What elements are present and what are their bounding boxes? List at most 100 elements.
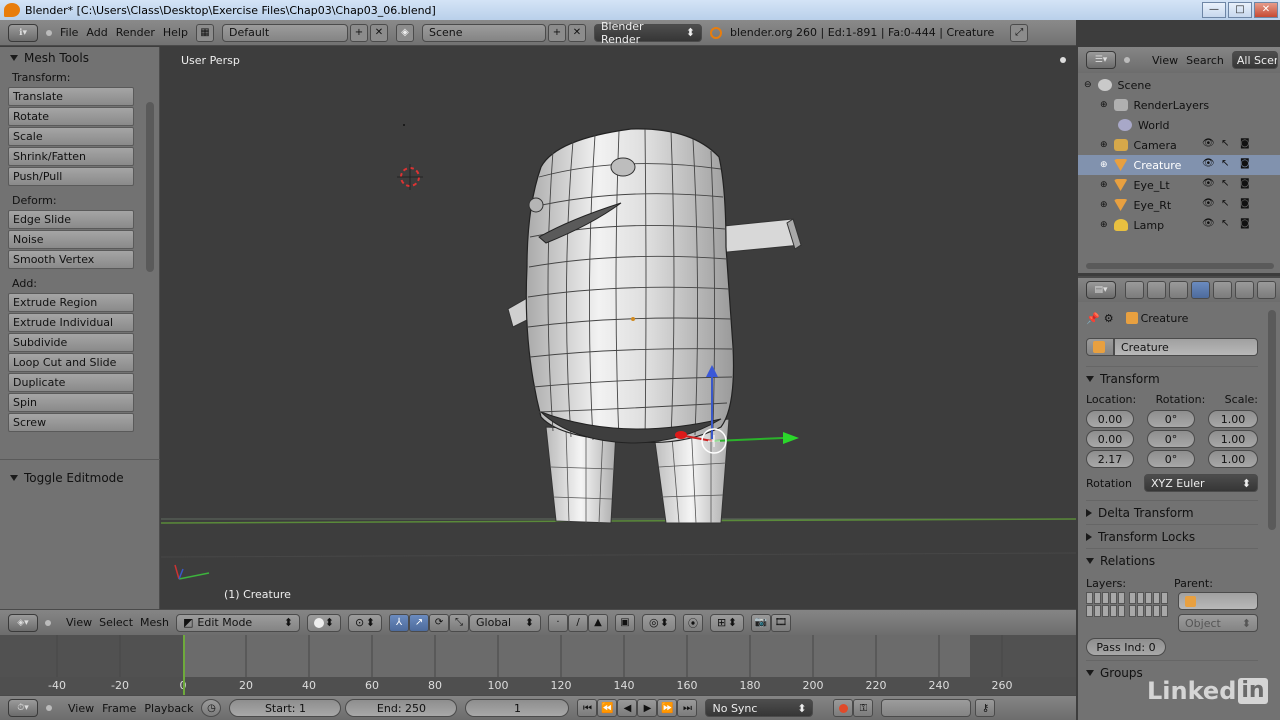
renderable-camera-icon[interactable]: ◙ [1240,198,1251,210]
jump-end-icon[interactable]: ⏭ [677,699,698,717]
delta-transform-panel-header[interactable]: Delta Transform [1086,500,1258,524]
object-name-field[interactable]: Creature [1114,338,1258,356]
selectable-cursor-icon[interactable]: ↖ [1221,198,1232,210]
remove-layout-icon[interactable]: ✕ [369,23,388,42]
location-y-field[interactable]: 0.00 [1086,430,1134,448]
selectable-cursor-icon[interactable]: ↖ [1221,178,1232,190]
close-button[interactable]: ✕ [1254,2,1278,18]
menu-help[interactable]: Help [163,26,188,39]
parent-type-select[interactable]: Object ⬍ [1178,614,1258,632]
toggle-editmode-panel-header[interactable]: Toggle Editmode [0,467,124,489]
menu-add[interactable]: Add [86,26,107,39]
scene-field[interactable]: Scene [421,23,546,42]
screen-layout-icon[interactable]: ▦ [195,23,214,42]
creature-eye-right[interactable] [610,157,636,177]
properties-scrollbar[interactable] [1268,310,1276,530]
visibility-eye-icon[interactable]: 👁 [1202,178,1215,190]
renderable-camera-icon[interactable]: ◙ [1240,138,1251,150]
world-tab-icon[interactable] [1169,281,1188,299]
edge-slide-button[interactable]: Edge Slide [8,210,134,229]
mesh-tools-panel-header[interactable]: Mesh Tools [0,47,159,69]
render-tab-icon[interactable] [1125,281,1144,299]
outliner-item-camera[interactable]: ⊕ Camera 👁 ↖ ◙ [1078,135,1280,155]
maximize-button[interactable]: □ [1228,2,1252,18]
render-engine-select[interactable]: Blender Render ⬍ [593,20,702,46]
active-keying-set-field[interactable] [881,699,972,717]
add-scene-icon[interactable]: + [547,23,566,42]
screen-layout-field[interactable]: Default [221,23,348,42]
screw-button[interactable]: Screw [8,413,134,432]
jump-next-keyframe-icon[interactable]: ⏩ [657,699,678,717]
timeline-editor-type-icon[interactable]: ⏱▾ [8,699,38,717]
layer-buttons-group-2[interactable] [1129,592,1168,617]
menu-mesh[interactable]: Mesh [140,616,169,629]
insert-keyframe-icon[interactable]: ⚷ [975,699,996,717]
visibility-eye-icon[interactable]: 👁 [1202,218,1215,230]
menu-view[interactable]: View [68,702,94,715]
opengl-anim-icon[interactable]: 🎞 [771,613,792,632]
current-frame-field[interactable]: 1 [465,699,570,717]
material-tab-icon[interactable] [1257,281,1276,299]
rotation-x-field[interactable]: 0° [1147,410,1195,428]
rotation-y-field[interactable]: 0° [1147,430,1195,448]
selectable-cursor-icon[interactable]: ↖ [1221,158,1232,170]
extrude-region-button[interactable]: Extrude Region [8,293,134,312]
extrude-individual-button[interactable]: Extrude Individual [8,313,134,332]
pass-index-field[interactable]: Pass Ind: 0 [1086,638,1166,656]
fullscreen-icon[interactable]: ⤢ [1010,23,1029,42]
scale-y-field[interactable]: 1.00 [1208,430,1258,448]
selectable-cursor-icon[interactable]: ↖ [1221,138,1232,150]
opengl-render-icon[interactable]: 📷 [751,613,772,632]
menu-select[interactable]: Select [99,616,133,629]
timeline-ruler[interactable]: -40 -20 0 20 40 60 80 100 120 140 160 18… [0,677,1076,695]
duplicate-button[interactable]: Duplicate [8,373,134,392]
keying-set-icon[interactable]: ⚿ [853,699,874,717]
creature-eye-left[interactable] [528,197,544,213]
creature-arm-right[interactable] [713,218,802,254]
rotation-z-field[interactable]: 0° [1147,450,1195,468]
pivot-point-select[interactable]: ⊙ ⬍ [348,613,383,632]
jump-start-icon[interactable]: ⏮ [577,699,598,717]
outliner-item-world[interactable]: World [1078,115,1280,135]
info-editor-type-icon[interactable]: ℹ▾ [8,23,38,42]
renderable-camera-icon[interactable]: ◙ [1240,178,1251,190]
visibility-eye-icon[interactable]: 👁 [1202,138,1215,150]
outliner-item-scene[interactable]: ⊖ Scene [1078,75,1280,95]
rotation-mode-select[interactable]: XYZ Euler ⬍ [1144,474,1258,492]
parent-field[interactable] [1178,592,1258,610]
outliner-editor-type-icon[interactable]: ☰▾ [1086,51,1116,69]
menu-playback[interactable]: Playback [144,702,193,715]
vertex-select-mode-icon[interactable]: · [548,613,569,632]
proportional-edit-select[interactable]: ◎ ⬍ [642,613,677,632]
edge-select-mode-icon[interactable]: / [568,613,589,632]
outliner-item-eye-lt[interactable]: ⊕ Eye_Lt 👁 ↖ ◙ [1078,175,1280,195]
outliner-item-eye-rt[interactable]: ⊕ Eye_Rt 👁 ↖ ◙ [1078,195,1280,215]
scale-z-field[interactable]: 1.00 [1208,450,1258,468]
loop-cut-and-slide-button[interactable]: Loop Cut and Slide [8,353,134,372]
timeline-editor[interactable]: -40 -20 0 20 40 60 80 100 120 140 160 18… [0,635,1076,695]
renderable-camera-icon[interactable]: ◙ [1240,218,1251,230]
menu-render[interactable]: Render [116,26,155,39]
data-tab-icon[interactable] [1235,281,1254,299]
outliner-menu-search[interactable]: Search [1186,54,1224,67]
menu-frame[interactable]: Frame [102,702,136,715]
3d-viewport[interactable]: User Persp (1) Creature [161,47,1076,609]
outliner-display-mode-select[interactable]: All Scen [1231,51,1278,69]
outliner-item-creature[interactable]: ⊕ Creature 👁 ↖ ◙ [1078,155,1280,175]
properties-editor-type-icon[interactable]: ▤▾ [1086,281,1116,299]
manipulator-toggle-icon[interactable]: ⅄ [389,613,410,632]
3d-view-editor-type-icon[interactable]: ◈▾ [8,613,38,632]
auto-keying-record-icon[interactable] [833,699,854,717]
renderable-camera-icon[interactable]: ◙ [1240,158,1251,170]
outliner-item-lamp[interactable]: ⊕ Lamp 👁 ↖ ◙ [1078,215,1280,235]
sync-mode-select[interactable]: No Sync ⬍ [705,699,814,717]
smooth-vertex-button[interactable]: Smooth Vertex [8,250,134,269]
transform-orientation-select[interactable]: Global ⬍ [469,613,542,632]
push-pull-button[interactable]: Push/Pull [8,167,134,186]
outliner-menu-view[interactable]: View [1152,54,1178,67]
location-x-field[interactable]: 0.00 [1086,410,1134,428]
outliner-horizontal-scrollbar[interactable] [1086,263,1274,269]
creature-body-mesh[interactable] [525,128,735,444]
proportional-falloff-icon[interactable]: ⦿ [683,613,704,632]
preview-range-icon[interactable]: ◷ [201,699,222,717]
